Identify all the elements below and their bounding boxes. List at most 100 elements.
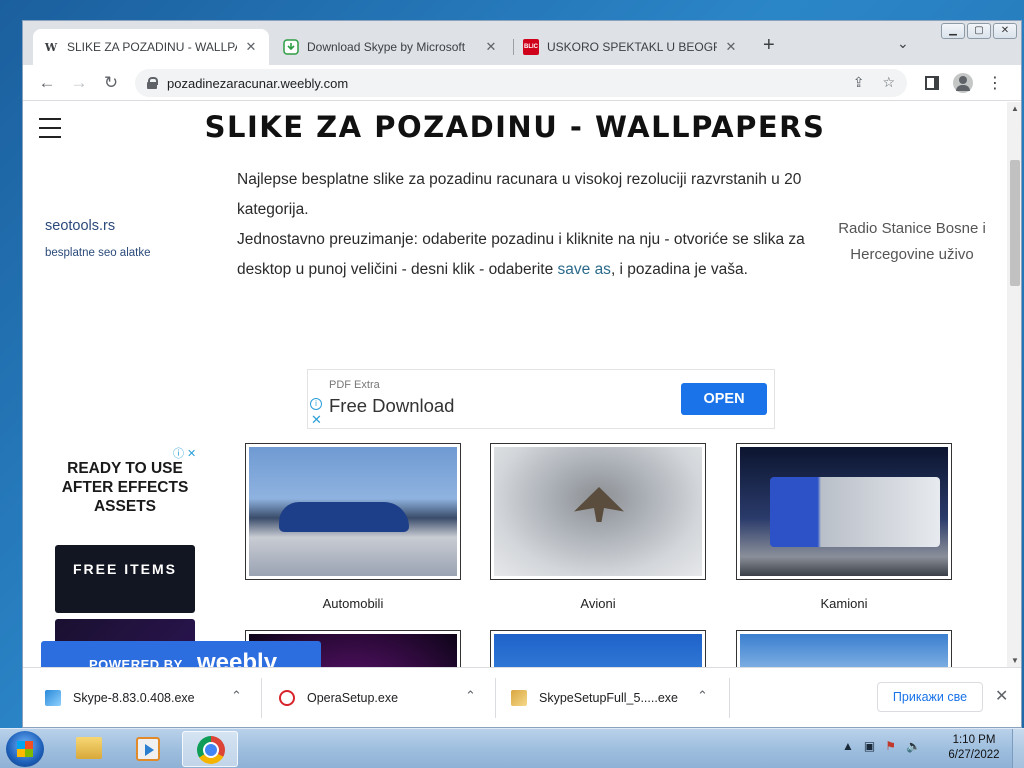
- lock-icon[interactable]: [147, 77, 158, 89]
- action-center-icon[interactable]: ⚑: [885, 739, 896, 753]
- tab-download-skype[interactable]: Download Skype by Microsoft ✕: [273, 29, 509, 65]
- tab-slike-za-pozadinu[interactable]: W SLIKE ZA POZADINU - WALLPAPERS ✕: [33, 29, 269, 65]
- gallery-frame[interactable]: [490, 630, 706, 667]
- menu-kebab-icon[interactable]: ⋮: [987, 73, 1003, 93]
- radio-stations-link[interactable]: Radio Stanice Bosne i Hercegovine uživo: [837, 216, 987, 268]
- side-panel-icon[interactable]: [925, 76, 939, 90]
- minimize-button[interactable]: ▁: [941, 23, 965, 39]
- folder-icon: [76, 737, 102, 759]
- back-arrow-icon[interactable]: ←: [31, 73, 63, 93]
- ad-open-button[interactable]: OPEN: [681, 383, 767, 415]
- clock[interactable]: 1:10 PM 6/27/2022: [944, 733, 1004, 763]
- close-tab-icon[interactable]: ✕: [723, 39, 739, 55]
- browser-window: W SLIKE ZA POZADINU - WALLPAPERS ✕ Downl…: [22, 20, 1022, 728]
- intro-line-1: Najlepse besplatne slike za pozadinu rac…: [237, 171, 802, 218]
- ad-info-icon[interactable]: i: [310, 398, 322, 410]
- opera-installer-icon: [279, 690, 295, 706]
- tab-title: Download Skype by Microsoft: [307, 40, 466, 54]
- scroll-down-arrow-icon[interactable]: ▼: [1011, 656, 1019, 665]
- share-icon[interactable]: ⇪: [853, 74, 865, 91]
- address-bar[interactable]: pozadinezaracunar.weebly.com ⇪ ☆: [135, 69, 907, 97]
- installer-file-icon: [45, 690, 61, 706]
- gallery-label[interactable]: Kamioni: [736, 596, 952, 611]
- close-downloads-bar-icon[interactable]: ✕: [995, 686, 1008, 706]
- powered-by-weebly-badge[interactable]: POWERED BY weebly: [41, 641, 321, 667]
- tab-title: SLIKE ZA POZADINU - WALLPAPERS: [67, 40, 237, 54]
- free-items-tile[interactable]: FREE ITEMS: [55, 545, 195, 613]
- page-scrollbar[interactable]: ▲ ▼: [1007, 102, 1021, 667]
- free-items-text: FREE ITEMS: [72, 561, 177, 577]
- intro-text: Najlepse besplatne slike za pozadinu rac…: [237, 165, 817, 285]
- download-icon: [283, 39, 299, 55]
- window-controls: ▁ ▢ ✕: [941, 23, 1017, 39]
- powered-by-text: POWERED BY: [89, 657, 183, 667]
- bookmark-star-icon[interactable]: ☆: [882, 74, 895, 91]
- show-desktop-button[interactable]: [1012, 729, 1024, 768]
- tab-search-chevron-icon[interactable]: ⌄: [897, 35, 909, 52]
- download-item-skype[interactable]: Skype-8.83.0.408.exe: [45, 668, 195, 727]
- tab-uskoro-spektakl[interactable]: BLIC USKORO SPEKTAKL U BEOGRADU ✕: [513, 29, 749, 65]
- show-hidden-icons-icon[interactable]: ▲: [842, 739, 854, 753]
- seotools-subtitle-link[interactable]: besplatne seo alatke: [45, 247, 151, 259]
- gallery-item-automobili[interactable]: Automobili: [245, 443, 461, 611]
- taskbar-media-player[interactable]: [120, 731, 176, 767]
- close-tab-icon[interactable]: ✕: [483, 39, 499, 55]
- chrome-icon: [197, 736, 225, 764]
- ad-close-icon[interactable]: ✕: [311, 412, 322, 428]
- seotools-link[interactable]: seotools.rs: [45, 218, 115, 234]
- plane-image[interactable]: [494, 447, 702, 576]
- side-ad[interactable]: ⓘ ✕ READY TO USE AFTER EFFECTS ASSETS FR…: [51, 445, 211, 667]
- new-tab-button[interactable]: +: [763, 35, 775, 55]
- weebly-logo: weebly: [197, 649, 278, 667]
- volume-icon[interactable]: 🔈: [906, 739, 921, 753]
- close-window-button[interactable]: ✕: [993, 23, 1017, 39]
- chevron-up-icon[interactable]: ⌃: [465, 688, 476, 704]
- browser-toolbar: ← → ↻ pozadinezaracunar.weebly.com ⇪ ☆ ⋮: [23, 65, 1021, 101]
- chevron-up-icon[interactable]: ⌃: [697, 688, 708, 704]
- maximize-button[interactable]: ▢: [967, 23, 991, 39]
- taskbar-explorer[interactable]: [60, 731, 116, 767]
- tab-bar: W SLIKE ZA POZADINU - WALLPAPERS ✕ Downl…: [23, 21, 1021, 65]
- reload-icon[interactable]: ↻: [95, 73, 127, 93]
- sky-image[interactable]: [494, 634, 702, 667]
- save-as-link[interactable]: save as: [558, 261, 611, 278]
- car-image[interactable]: [249, 447, 457, 576]
- taskbar-chrome[interactable]: [182, 731, 238, 767]
- gallery-frame[interactable]: [736, 630, 952, 667]
- gallery-item-kamioni[interactable]: Kamioni: [736, 443, 952, 611]
- download-separator: [495, 678, 496, 718]
- show-all-downloads-button[interactable]: Прикажи све: [877, 682, 983, 712]
- chevron-up-icon[interactable]: ⌃: [231, 688, 242, 704]
- scroll-up-arrow-icon[interactable]: ▲: [1011, 104, 1019, 113]
- gallery-label[interactable]: Automobili: [245, 596, 461, 611]
- network-icon[interactable]: ▣: [864, 739, 875, 753]
- download-separator: [261, 678, 262, 718]
- download-filename: OperaSetup.exe: [307, 691, 399, 705]
- taskbar: ▲ ▣ ⚑ 🔈 1:10 PM 6/27/2022: [0, 728, 1024, 768]
- download-item-skype-full[interactable]: SkypeSetupFull_5.....exe: [511, 668, 678, 727]
- gallery-frame[interactable]: [490, 443, 706, 580]
- forward-arrow-icon[interactable]: →: [63, 73, 95, 93]
- gallery-label[interactable]: Avioni: [490, 596, 706, 611]
- gallery-frame[interactable]: [736, 443, 952, 580]
- gallery-frame[interactable]: [245, 443, 461, 580]
- profile-avatar-icon[interactable]: [953, 73, 973, 93]
- scroll-thumb[interactable]: [1010, 160, 1020, 286]
- ad-banner[interactable]: PDF Extra Free Download i ✕ OPEN: [307, 369, 775, 429]
- gallery-item-6[interactable]: [736, 630, 952, 667]
- download-item-opera[interactable]: OperaSetup.exe: [279, 668, 399, 727]
- download-filename: Skype-8.83.0.408.exe: [73, 691, 195, 705]
- download-filename: SkypeSetupFull_5.....exe: [539, 691, 678, 705]
- media-player-icon: [136, 737, 160, 761]
- start-button[interactable]: [6, 731, 44, 767]
- gallery-item-avioni[interactable]: Avioni: [490, 443, 706, 611]
- close-tab-icon[interactable]: ✕: [243, 39, 259, 55]
- forest-image[interactable]: [740, 634, 948, 667]
- system-tray: ▲ ▣ ⚑ 🔈: [842, 739, 921, 753]
- gallery-item-5[interactable]: [490, 630, 706, 667]
- url-text: pozadinezaracunar.weebly.com: [167, 75, 349, 91]
- truck-image[interactable]: [740, 447, 948, 576]
- download-separator: [729, 678, 730, 718]
- clock-date: 6/27/2022: [948, 749, 1000, 761]
- ad-headline: Free Download: [329, 395, 455, 416]
